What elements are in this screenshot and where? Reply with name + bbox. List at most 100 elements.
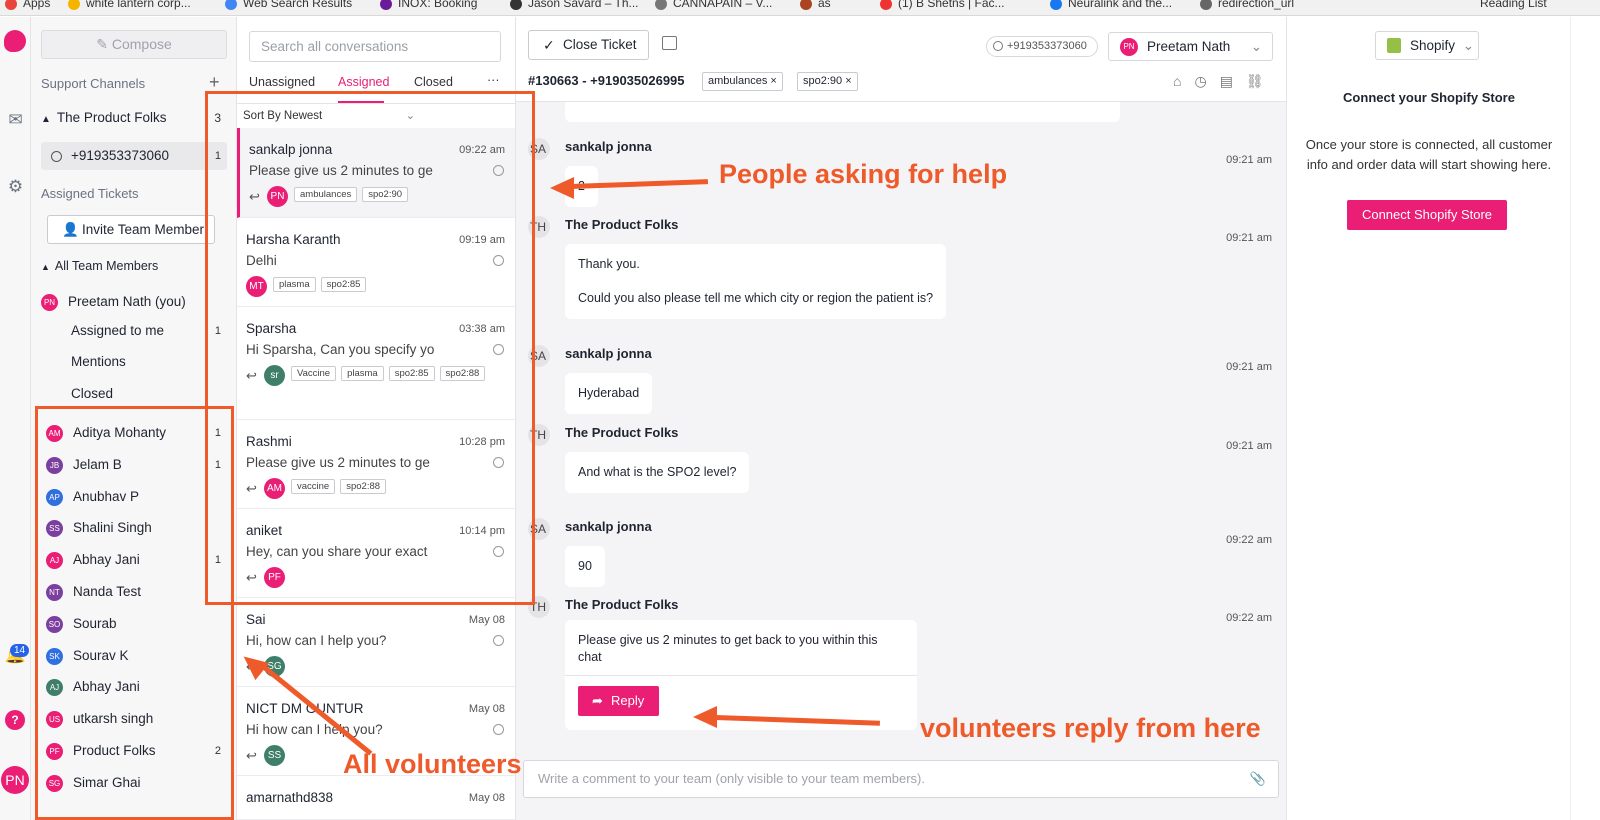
compose-icon: ✎ — [96, 36, 112, 52]
assignee-dropdown[interactable]: PN Preetam Nath ⌄ — [1108, 32, 1273, 61]
chat-header: ✓ Close Ticket +919353373060 PN Preetam N… — [516, 17, 1286, 102]
message-bubble: 90 — [565, 546, 605, 587]
bookmark-item[interactable]: white lantern corp... — [68, 0, 191, 10]
sender-name: sankalp jonna — [565, 346, 652, 361]
sender-name: sankalp jonna — [565, 139, 652, 154]
message-bubble: And what is the SPO2 level? — [565, 452, 750, 493]
bookmark-label: redirection_url — [1218, 0, 1295, 10]
snooze-icon[interactable]: ◷ — [1194, 73, 1219, 89]
team-member-me[interactable]: PN Preetam Nath (you) — [41, 290, 227, 314]
link-icon[interactable]: ⛓ — [1246, 73, 1277, 89]
bookmark-item[interactable]: as — [800, 0, 831, 10]
reply-button[interactable]: ➦ Reply — [578, 686, 659, 716]
bookmark-item[interactable]: Neuralink and the... — [1050, 0, 1172, 10]
message-line: Could you also please tell me which city… — [578, 291, 934, 305]
archive-icon[interactable] — [662, 36, 677, 50]
avatar: PN — [1120, 38, 1138, 56]
bookmark-label: INOX: Booking — [398, 0, 478, 10]
ticket-tag[interactable]: ambulances × — [702, 72, 783, 91]
divider — [565, 675, 917, 676]
bookmark-label: Web Search Results — [243, 0, 353, 10]
conversation-meta: ↩ SG — [246, 656, 496, 677]
bookmark-label: white lantern corp... — [86, 0, 191, 10]
search-input[interactable]: Search all conversations — [249, 31, 501, 62]
conversation-item[interactable]: Sai May 08 Hi, how can I help you? ↩ SG — [237, 598, 515, 687]
assigned-tickets-heading: Assigned Tickets — [41, 186, 139, 201]
tag-icon[interactable]: ⌂ — [1173, 73, 1194, 89]
settings-icon[interactable]: ⚙ — [3, 174, 28, 199]
sidebar-item-closed[interactable]: Closed — [71, 382, 227, 406]
email-icon[interactable]: ▤ — [1220, 73, 1246, 89]
message-time: 09:21 am — [1226, 232, 1272, 244]
message-line: Please give us 2 minutes to get back to … — [578, 633, 878, 664]
message-bubble: Thank you. Could you also please tell me … — [565, 244, 947, 319]
shopify-icon — [1387, 38, 1401, 53]
compose-button[interactable]: ✎ Compose — [41, 30, 227, 59]
bookmark-favicon-icon — [68, 0, 80, 10]
user-avatar[interactable]: PN — [1, 766, 29, 794]
message-time: 09:22 am — [1226, 534, 1272, 546]
conversation-time: May 08 — [468, 703, 505, 715]
ticket-tag[interactable]: spo2:90 × — [797, 72, 858, 91]
tab-assigned[interactable]: Assigned — [338, 75, 389, 89]
chevron-up-icon: ▲ — [41, 262, 50, 272]
scrollbar[interactable] — [1570, 17, 1600, 820]
bookmark-item[interactable]: Web Search Results — [225, 0, 352, 10]
bookmark-item[interactable]: Jason Savard – Th... — [510, 0, 639, 10]
app-logo-icon[interactable] — [4, 30, 26, 52]
bookmark-favicon-icon — [655, 0, 667, 10]
channel-whatsapp-number[interactable]: +919353373060 1 — [41, 142, 227, 170]
user-icon: 👤 — [62, 222, 79, 237]
message-line: Hyderabad — [578, 386, 640, 400]
bookmark-item[interactable]: redirection_url — [1200, 0, 1294, 10]
bookmark-label: Neuralink and the... — [1068, 0, 1173, 10]
reading-list[interactable]: Reading List — [1480, 0, 1547, 10]
message-block: TH The Product Folks 09:22 am Please give u… — [516, 596, 1286, 730]
check-icon: ✓ — [543, 37, 555, 53]
message-line — [578, 273, 933, 290]
bookmark-favicon-icon — [1050, 0, 1062, 10]
all-team-members-toggle[interactable]: ▲ All Team Members — [41, 254, 227, 278]
bookmark-item[interactable]: CANNAPAIN – V... — [655, 0, 772, 10]
conversation-preview: Hi how can I help you? — [246, 722, 383, 737]
message-time: 09:21 am — [1226, 361, 1272, 373]
bookmark-item[interactable]: Apps — [5, 0, 50, 10]
conversation-name: Sai — [246, 612, 266, 627]
phone-pill: +919353373060 — [986, 36, 1098, 57]
reply-icon: ↩ — [246, 747, 257, 763]
connect-shopify-button[interactable]: Connect Shopify Store — [1347, 200, 1507, 230]
bookmark-item[interactable]: (1) B Shetns | Fac... — [880, 0, 1005, 10]
comment-input[interactable]: Write a comment to your team (only visib… — [523, 760, 1279, 798]
bookmark-favicon-icon — [380, 0, 392, 10]
help-icon[interactable]: ? — [5, 710, 25, 730]
bookmark-favicon-icon — [1200, 0, 1212, 10]
avatar: SS — [264, 745, 285, 766]
close-ticket-button[interactable]: ✓ Close Ticket — [528, 30, 649, 60]
chevron-down-icon: ⌄ — [1250, 39, 1262, 54]
bookmark-favicon-icon — [880, 0, 892, 10]
bookmark-label: Apps — [23, 0, 51, 10]
tab-closed[interactable]: Closed — [414, 75, 453, 89]
remove-tag-icon[interactable]: × — [845, 75, 851, 87]
inbox-icon[interactable]: ✉ — [3, 107, 28, 132]
conversation-item[interactable]: amarnathd838 May 08 — [237, 776, 515, 820]
chevron-down-icon: ⌄ — [1462, 38, 1475, 53]
bookmark-favicon-icon — [800, 0, 812, 10]
integration-dropdown[interactable]: Shopify ⌄ — [1375, 31, 1479, 60]
ticket-id: #130663 - +919035026995 — [528, 73, 685, 88]
sidebar-item-mentions[interactable]: Mentions — [71, 350, 227, 374]
bookmark-item[interactable]: INOX: Booking — [380, 0, 477, 10]
attachment-icon[interactable]: 📎 — [1250, 761, 1266, 797]
sidebar-item-assigned-to-me[interactable]: Assigned to me 1 — [71, 319, 227, 343]
add-channel-icon[interactable]: + — [209, 72, 220, 93]
annotation-box-conversations — [205, 91, 535, 605]
reply-icon: ➦ — [592, 693, 603, 708]
tab-unassigned[interactable]: Unassigned — [249, 75, 315, 89]
message-bubble: Hyderabad — [565, 373, 653, 414]
invite-team-member-button[interactable]: 👤 Invite Team Member — [47, 215, 215, 244]
remove-tag-icon[interactable]: × — [770, 75, 776, 87]
sidebar-item-label: Closed — [71, 386, 114, 401]
channel-group-product-folks[interactable]: ▲ The Product Folks 3 — [41, 106, 227, 130]
notification-badge: 14 — [10, 644, 30, 657]
more-icon[interactable]: ··· — [487, 73, 500, 87]
